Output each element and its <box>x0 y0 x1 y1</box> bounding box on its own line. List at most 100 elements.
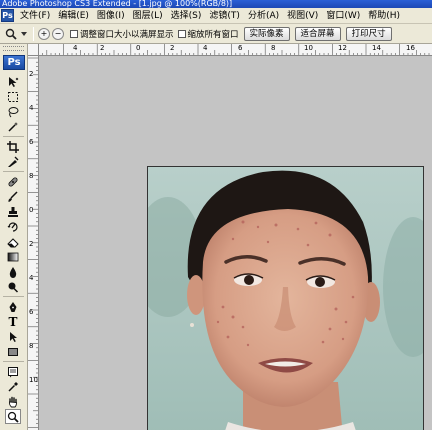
quick-selection-tool[interactable] <box>5 119 21 134</box>
notes-tool[interactable] <box>5 364 21 379</box>
crop-icon <box>7 140 19 153</box>
menu-analysis[interactable]: 分析(A) <box>244 9 283 23</box>
options-bar: + − 调整窗口大小以满屏显示 缩放所有窗口 实际像素 适合屏幕 打印尺寸 <box>0 24 432 44</box>
app-icon[interactable]: Ps <box>1 9 14 22</box>
type-tool[interactable]: T <box>5 314 21 329</box>
ruler-label: 6 <box>29 308 34 316</box>
lasso-tool[interactable] <box>5 104 21 119</box>
checkbox-box[interactable] <box>177 29 186 38</box>
history-brush-tool[interactable] <box>5 219 21 234</box>
zoom-out-button[interactable]: − <box>52 27 64 40</box>
ruler-label: 10 <box>304 44 313 52</box>
ruler-label: 10 <box>29 376 38 384</box>
gradient-tool[interactable] <box>5 249 21 264</box>
ruler-label: 4 <box>203 44 208 52</box>
notes-icon <box>8 366 18 377</box>
menu-image[interactable]: 图像(I) <box>93 9 129 23</box>
brush-icon <box>8 190 18 202</box>
ruler-label: 0 <box>29 206 34 214</box>
ruler-label: 2 <box>29 70 34 78</box>
zoom-all-windows-label: 缩放所有窗口 <box>187 29 239 40</box>
eraser-tool[interactable] <box>5 234 21 249</box>
ruler-label: 8 <box>271 44 276 52</box>
toolbox: Ps T <box>0 44 28 430</box>
slice-icon <box>8 156 19 167</box>
hand-tool[interactable] <box>5 394 21 409</box>
shape-tool[interactable] <box>5 344 21 359</box>
zoom-in-button[interactable]: + <box>38 27 50 40</box>
magic-wand-icon <box>8 121 18 132</box>
dodge-icon <box>8 282 19 293</box>
vertical-ruler[interactable]: 2 4 6 8 0 2 4 6 8 10 <box>28 56 39 430</box>
ruler-label: 6 <box>238 44 243 52</box>
separator <box>33 26 34 41</box>
chevron-down-icon <box>21 31 27 36</box>
menu-file[interactable]: 文件(F) <box>16 9 54 23</box>
print-size-button[interactable]: 打印尺寸 <box>345 26 392 41</box>
menu-select[interactable]: 选择(S) <box>167 9 206 23</box>
brush-tool[interactable] <box>5 189 21 204</box>
menu-edit[interactable]: 编辑(E) <box>54 9 93 23</box>
menu-bar: Ps 文件(F) 编辑(E) 图像(I) 图层(L) 选择(S) 滤镜(T) 分… <box>0 8 432 24</box>
menu-layer[interactable]: 图层(L) <box>129 9 167 23</box>
ruler-label: 0 <box>136 44 141 52</box>
stamp-icon <box>8 206 18 217</box>
toolbox-divider <box>3 136 24 137</box>
toolbox-divider <box>3 296 24 297</box>
menu-view[interactable]: 视图(V) <box>283 9 322 23</box>
eyedropper-slice-tool[interactable] <box>5 154 21 169</box>
healing-brush-tool[interactable] <box>5 174 21 189</box>
resize-windows-checkbox[interactable]: 调整窗口大小以满屏显示 <box>70 28 174 40</box>
lasso-icon <box>8 106 19 117</box>
ruler-origin[interactable] <box>28 44 39 56</box>
menu-help[interactable]: 帮助(H) <box>364 9 404 23</box>
path-selection-tool[interactable] <box>5 329 21 344</box>
pen-icon <box>9 301 17 312</box>
ruler-label: 2 <box>100 44 105 52</box>
blur-icon <box>9 266 17 278</box>
toolbox-grip[interactable] <box>3 46 24 51</box>
zoom-icon <box>7 411 19 423</box>
ruler-label: 16 <box>406 44 415 52</box>
ruler-label: 8 <box>29 342 34 350</box>
move-icon <box>9 76 19 87</box>
zoom-all-windows-checkbox[interactable]: 缩放所有窗口 <box>177 28 239 40</box>
ruler-label: 12 <box>338 44 347 52</box>
photoshop-window: Adobe Photoshop CS3 Extended - [1.jpg @ … <box>0 0 432 430</box>
ps-logo[interactable]: Ps <box>3 55 25 70</box>
rectangle-icon <box>8 347 18 356</box>
ruler-label: 4 <box>29 104 34 112</box>
dodge-tool[interactable] <box>5 279 21 294</box>
resize-windows-label: 调整窗口大小以满屏显示 <box>80 29 174 40</box>
eyedropper-tool[interactable] <box>5 379 21 394</box>
move-tool[interactable] <box>5 74 21 89</box>
ruler-label: 2 <box>170 44 175 52</box>
clone-stamp-tool[interactable] <box>5 204 21 219</box>
menu-filter[interactable]: 滤镜(T) <box>205 9 244 23</box>
pen-tool[interactable] <box>5 299 21 314</box>
crop-tool[interactable] <box>5 139 21 154</box>
gradient-icon <box>7 252 19 261</box>
eraser-icon <box>7 237 19 247</box>
bandage-icon <box>8 176 18 187</box>
ruler-label: 4 <box>73 44 78 52</box>
hand-icon <box>8 396 17 407</box>
arrow-icon <box>10 331 17 342</box>
marquee-tool[interactable] <box>5 89 21 104</box>
horizontal-ruler[interactable]: 4 2 0 2 4 6 8 10 12 14 16 <box>28 44 432 56</box>
blur-tool[interactable] <box>5 264 21 279</box>
actual-pixels-button[interactable]: 实际像素 <box>243 26 290 41</box>
history-brush-icon <box>7 221 18 232</box>
ruler-label: 4 <box>29 274 34 282</box>
document-image[interactable] <box>147 166 424 430</box>
title-bar: Adobe Photoshop CS3 Extended - [1.jpg @ … <box>0 0 432 8</box>
canvas-workspace[interactable] <box>39 56 432 430</box>
portrait-photo <box>148 167 423 430</box>
zoom-tool[interactable] <box>5 409 21 424</box>
tool-preset-picker[interactable] <box>3 26 29 42</box>
menu-window[interactable]: 窗口(W) <box>322 9 364 23</box>
type-icon: T <box>8 314 18 329</box>
ruler-label: 6 <box>29 138 34 146</box>
checkbox-box[interactable] <box>70 29 78 38</box>
fit-screen-button[interactable]: 适合屏幕 <box>294 26 341 41</box>
